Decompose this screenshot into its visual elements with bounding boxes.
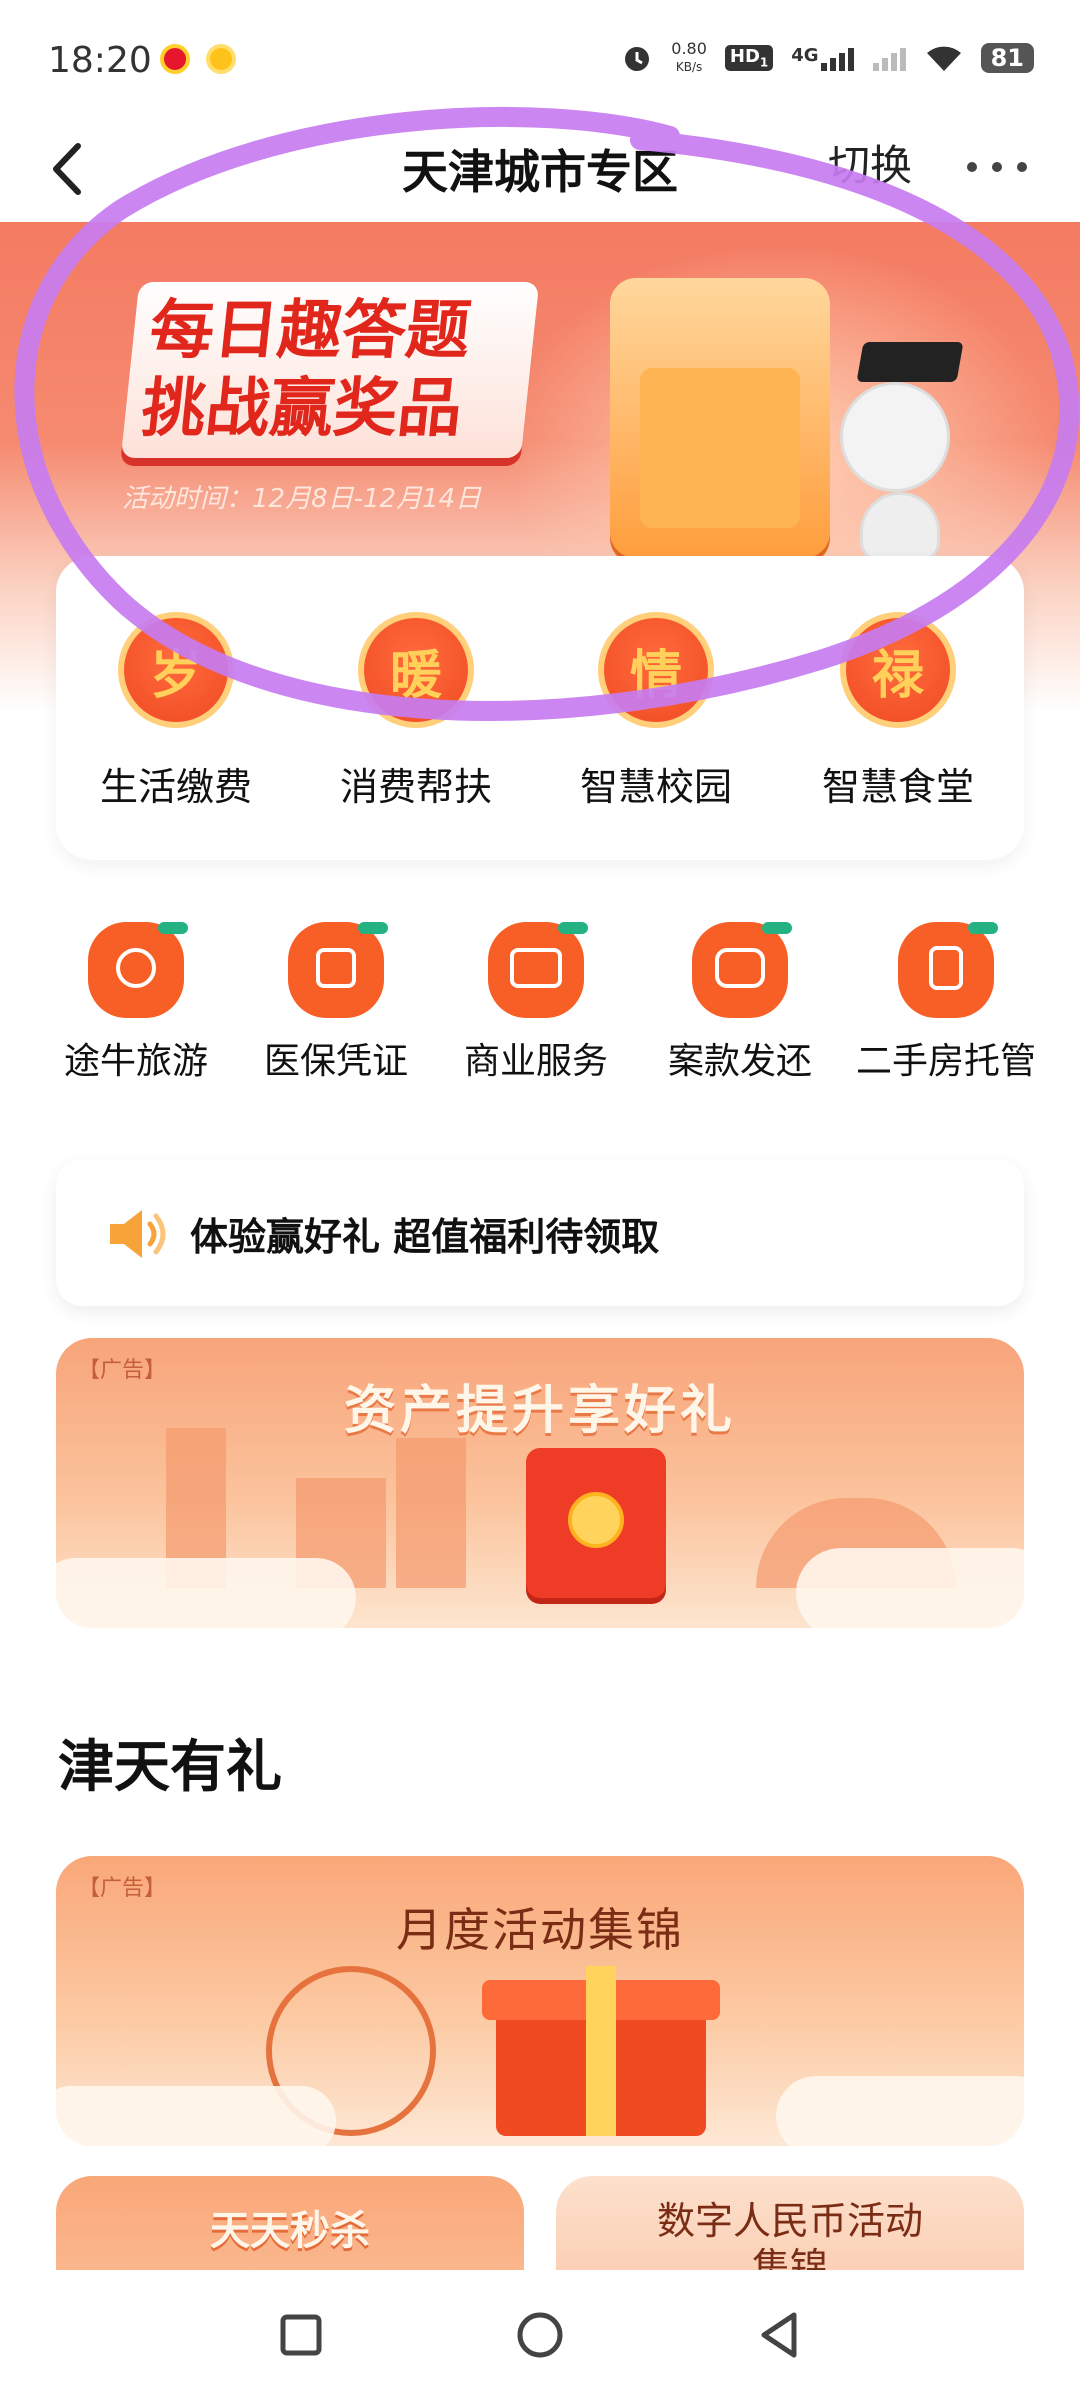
hd-sub: 1 [759, 55, 769, 70]
section-title: 津天有礼 [58, 1735, 282, 1800]
ox-icon [88, 922, 188, 1018]
net-speed-value: 0.80 [671, 39, 707, 58]
service-label: 智慧食堂 [821, 765, 974, 809]
home-button[interactable] [505, 2300, 575, 2370]
mascot-head [840, 382, 950, 492]
screen: 18:20 0.80 KB/s HD1 4G 81 天津城市专区 切换 每日趣答… [0, 0, 1080, 2400]
building-illustration [396, 1438, 466, 1588]
phone-illustration [610, 278, 830, 558]
service-char: 暖 [389, 645, 442, 706]
gift-ribbon [586, 1966, 616, 2136]
app-header: 天津城市专区 切换 [0, 120, 1080, 220]
banner-line-2: 挑战赢奖品 [138, 372, 466, 446]
grid-label: 二手房托管 [855, 1041, 1036, 1082]
service-grid: 途牛旅游 医保凭证 商业服务 案款发还 二手房托管 [36, 922, 1046, 1082]
more-button[interactable] [962, 142, 1032, 192]
net-speed: 0.80 KB/s [671, 40, 707, 76]
grid-item-case-refund[interactable]: 案款发还 [640, 922, 840, 1084]
mascot-illustration [840, 342, 964, 562]
ad-title: 天天秒杀 [210, 2208, 370, 2254]
asset-ad-banner[interactable]: 【广告】 资产提升享好礼 [56, 1338, 1024, 1628]
back-icon [761, 2312, 797, 2358]
banner-date: 活动时间：12月8日-12月14日 [122, 484, 482, 514]
switch-button[interactable]: 切换 [828, 132, 912, 193]
speaker-icon [110, 1210, 166, 1258]
grid-item-second-hand-house[interactable]: 二手房托管 [846, 922, 1046, 1084]
monthly-ad-banner[interactable]: 【广告】 月度活动集锦 [56, 1856, 1024, 2146]
notice-bar[interactable]: 体验赢好礼 超值福利待领取 [56, 1160, 1024, 1306]
hd-badge: HD1 [724, 45, 774, 71]
weibo-icon [160, 44, 190, 74]
cloud-illustration [56, 2086, 336, 2146]
service-char: 岁 [149, 645, 202, 706]
app-coin-icon [206, 44, 236, 74]
system-nav-bar [0, 2270, 1080, 2400]
cloud-illustration [56, 1558, 356, 1628]
document-illustration [640, 368, 800, 528]
battery-icon: 81 [980, 43, 1034, 73]
status-time: 18:20 [48, 40, 152, 81]
grid-label: 途牛旅游 [63, 1041, 208, 1082]
banner-headline: 每日趣答题 挑战赢奖品 [120, 282, 540, 458]
nuan-icon: 暖 [358, 612, 474, 728]
grid-label: 商业服务 [463, 1041, 608, 1082]
status-app-icons [160, 44, 236, 74]
service-item-life-payment[interactable]: 岁 生活缴费 [76, 612, 276, 811]
cloud-illustration [776, 2076, 1024, 2146]
lu-icon: 禄 [840, 612, 956, 728]
service-char: 情 [629, 645, 682, 706]
grid-item-tuniu-travel[interactable]: 途牛旅游 [36, 922, 236, 1084]
grid-item-medical-voucher[interactable]: 医保凭证 [236, 922, 436, 1084]
notice-text: 体验赢好礼 超值福利待领取 [190, 1215, 660, 1259]
mascot-body [860, 492, 940, 562]
service-item-smart-canteen[interactable]: 禄 智慧食堂 [798, 612, 998, 811]
document-icon [898, 922, 998, 1018]
net-speed-unit: KB/s [675, 60, 703, 74]
recent-apps-icon [280, 2314, 322, 2356]
red-packet-icon [526, 1448, 666, 1598]
network-type: 4G [791, 45, 854, 71]
status-bar: 18:20 0.80 KB/s HD1 4G 81 [0, 0, 1080, 120]
yen-card-icon [488, 922, 588, 1018]
service-card: 岁 生活缴费 暖 消费帮扶 情 智慧校园 禄 智慧食堂 [56, 556, 1024, 860]
wifi-icon [926, 46, 961, 71]
alarm-icon [625, 47, 650, 71]
service-label: 消费帮扶 [339, 765, 492, 809]
grid-label: 案款发还 [667, 1041, 812, 1082]
id-card-icon [288, 922, 388, 1018]
grid-item-business-service[interactable]: 商业服务 [436, 922, 636, 1084]
qing-icon: 情 [598, 612, 714, 728]
grid-label: 医保凭证 [263, 1041, 408, 1082]
page-title: 天津城市专区 [402, 145, 678, 199]
signal-icon-2 [872, 48, 906, 71]
cloud-illustration [796, 1548, 1024, 1628]
recent-apps-button[interactable] [266, 2300, 336, 2370]
signal-icon [820, 48, 854, 71]
service-label: 生活缴费 [99, 765, 252, 809]
network-label: 4G [791, 45, 819, 66]
graduation-cap-icon [856, 342, 964, 382]
service-item-smart-campus[interactable]: 情 智慧校园 [556, 612, 756, 811]
nav-back-button[interactable] [744, 2300, 814, 2370]
service-char: 禄 [871, 645, 924, 706]
banner-line-1: 每日趣答题 [146, 294, 474, 368]
hd-label: HD [729, 46, 760, 68]
home-icon [517, 2312, 563, 2358]
ad-title: 月度活动集锦 [396, 1903, 684, 1957]
service-item-consumption-aid[interactable]: 暖 消费帮扶 [316, 612, 516, 811]
status-indicators: 0.80 KB/s HD1 4G 81 [621, 40, 1034, 76]
sui-icon: 岁 [118, 612, 234, 728]
service-label: 智慧校园 [579, 765, 732, 809]
wallet-icon [692, 922, 792, 1018]
more-icon [967, 162, 1027, 172]
